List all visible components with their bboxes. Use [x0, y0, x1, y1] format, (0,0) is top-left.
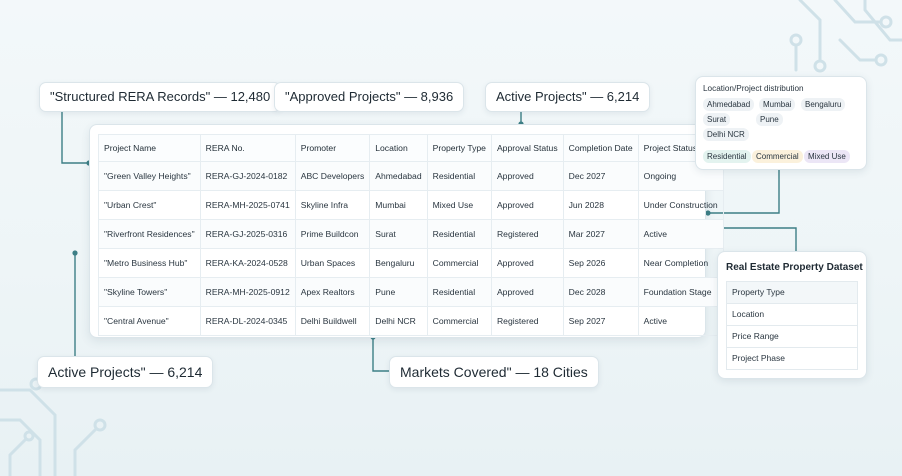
- cell-approval-status: Approved: [490, 277, 564, 307]
- table-row[interactable]: "Urban Crest" RERA-MH-2025-0741 Skyline …: [98, 190, 724, 220]
- column-header[interactable]: Completion Date: [562, 134, 639, 162]
- cell-project-status: Active: [637, 306, 724, 336]
- cell-project-status: Near Completion: [637, 248, 724, 278]
- cell-project-name: "Metro Business Hub": [98, 248, 201, 278]
- dataset-field-item[interactable]: Location: [726, 304, 858, 326]
- cell-completion-date: Dec 2027: [562, 161, 639, 191]
- location-distribution-card: Location/Project distribution Ahmedabad …: [695, 76, 867, 170]
- cell-rera-no: RERA-DL-2024-0345: [199, 306, 296, 336]
- cell-location: Ahmedabad: [369, 161, 428, 191]
- cell-completion-date: Sep 2027: [562, 306, 639, 336]
- cell-completion-date: Mar 2027: [562, 219, 639, 249]
- cell-rera-no: RERA-KA-2024-0528: [199, 248, 296, 278]
- callout-markets-covered: Markets Covered" — 18 Cities: [389, 356, 599, 388]
- location-chip[interactable]: Pune: [756, 113, 783, 126]
- table-row[interactable]: "Riverfront Residences" RERA-GJ-2025-031…: [98, 219, 724, 249]
- cell-location: Pune: [369, 277, 428, 307]
- cell-property-type: Residential: [426, 219, 492, 249]
- cell-property-type: Mixed Use: [426, 190, 492, 220]
- cell-approval-status: Approved: [490, 248, 564, 278]
- column-header[interactable]: Location: [369, 134, 428, 162]
- cell-location: Mumbai: [369, 190, 428, 220]
- cell-project-name: "Green Valley Heights": [98, 161, 201, 191]
- cell-property-type: Residential: [426, 161, 492, 191]
- real-estate-dataset-card: Real Estate Property Dataset Property Ty…: [717, 251, 867, 379]
- location-chip[interactable]: Delhi NCR: [703, 128, 749, 141]
- callout-active-projects-bottom: Active Projects" — 6,214: [37, 356, 214, 388]
- cell-location: Bengaluru: [369, 248, 428, 278]
- table-header-row: Project Name RERA No. Promoter Location …: [98, 134, 724, 162]
- table-row[interactable]: "Central Avenue" RERA-DL-2024-0345 Delhi…: [98, 306, 724, 336]
- table-row[interactable]: "Skyline Towers" RERA-MH-2025-0912 Apex …: [98, 277, 724, 307]
- cell-rera-no: RERA-GJ-2025-0316: [199, 219, 296, 249]
- rera-records-table: Project Name RERA No. Promoter Location …: [98, 134, 724, 336]
- cell-promoter: Delhi Buildwell: [294, 306, 371, 336]
- cell-location: Delhi NCR: [369, 306, 428, 336]
- cell-rera-no: RERA-MH-2025-0741: [199, 190, 296, 220]
- callout-approved-projects: "Approved Projects" — 8,936: [274, 82, 465, 112]
- cell-project-status: Under Construction: [637, 190, 724, 220]
- rera-records-table-card: Project Name RERA No. Promoter Location …: [89, 124, 724, 338]
- cell-promoter: Skyline Infra: [294, 190, 371, 220]
- cell-project-name: "Central Avenue": [98, 306, 201, 336]
- location-chip[interactable]: Bengaluru: [801, 98, 846, 111]
- cell-completion-date: Jun 2028: [562, 190, 639, 220]
- cell-approval-status: Approved: [490, 161, 564, 191]
- column-header[interactable]: RERA No.: [199, 134, 296, 162]
- location-chip[interactable]: Surat: [703, 113, 731, 126]
- cell-location: Surat: [369, 219, 428, 249]
- cell-promoter: Prime Buildcon: [294, 219, 371, 249]
- cell-completion-date: Sep 2026: [562, 248, 639, 278]
- cell-completion-date: Dec 2028: [562, 277, 639, 307]
- cell-rera-no: RERA-MH-2025-0912: [199, 277, 296, 307]
- cell-project-status: Active: [637, 219, 724, 249]
- table-row[interactable]: "Metro Business Hub" RERA-KA-2024-0528 U…: [98, 248, 724, 278]
- dataset-title: Real Estate Property Dataset: [726, 262, 863, 273]
- cell-property-type: Residential: [426, 277, 492, 307]
- column-header[interactable]: Project Name: [98, 134, 201, 162]
- table-row[interactable]: "Green Valley Heights" RERA-GJ-2024-0182…: [98, 161, 724, 191]
- type-chip-mixed-use[interactable]: Mixed Use: [804, 150, 850, 163]
- cell-project-status: Foundation Stage: [637, 277, 724, 307]
- cell-approval-status: Registered: [490, 219, 564, 249]
- distribution-title: Location/Project distribution: [703, 84, 804, 93]
- cell-project-name: "Skyline Towers": [98, 277, 201, 307]
- type-chip-commercial[interactable]: Commercial: [752, 150, 803, 163]
- dataset-field-list: Property Type Location Price Range Proje…: [726, 281, 858, 370]
- cell-project-name: "Urban Crest": [98, 190, 201, 220]
- location-chip[interactable]: Ahmedabad: [703, 98, 755, 111]
- column-header[interactable]: Promoter: [294, 134, 371, 162]
- cell-approval-status: Registered: [490, 306, 564, 336]
- cell-rera-no: RERA-GJ-2024-0182: [199, 161, 296, 191]
- dataset-field-item[interactable]: Project Phase: [726, 348, 858, 370]
- cell-promoter: Urban Spaces: [294, 248, 371, 278]
- cell-property-type: Commercial: [426, 306, 492, 336]
- type-chip-residential[interactable]: Residential: [703, 150, 751, 163]
- location-chip[interactable]: Mumbai: [759, 98, 796, 111]
- dataset-field-item[interactable]: Price Range: [726, 326, 858, 348]
- callout-active-projects-top: Active Projects" — 6,214: [485, 82, 651, 112]
- column-header[interactable]: Property Type: [426, 134, 492, 162]
- cell-project-name: "Riverfront Residences": [98, 219, 201, 249]
- dataset-field-item[interactable]: Property Type: [726, 281, 858, 304]
- cell-approval-status: Approved: [490, 190, 564, 220]
- callout-structured-records: "Structured RERA Records" — 12,480: [39, 82, 282, 112]
- column-header[interactable]: Approval Status: [490, 134, 564, 162]
- cell-promoter: Apex Realtors: [294, 277, 371, 307]
- cell-property-type: Commercial: [426, 248, 492, 278]
- cell-promoter: ABC Developers: [294, 161, 371, 191]
